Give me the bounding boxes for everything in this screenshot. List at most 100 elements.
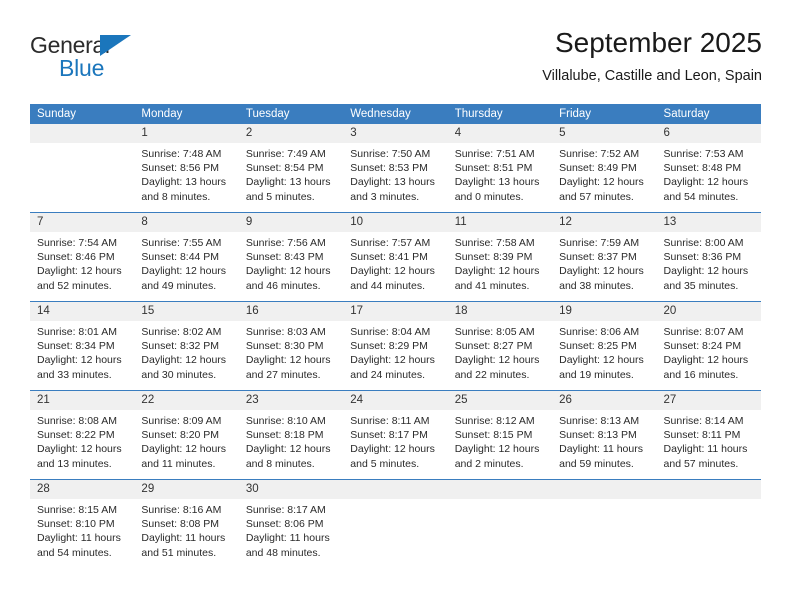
sunset-time: Sunset: 8:56 PM: [141, 162, 220, 175]
calendar-day-cell[interactable]: 18 Sunrise: 8:05 AM Sunset: 8:27 PM Dayligh…: [447, 301, 553, 391]
day-details: [657, 499, 761, 503]
daylight-duration-line: Daylight: 12 hours: [37, 443, 122, 456]
daylight-duration-line: and 57 minutes.: [559, 190, 634, 203]
sunrise-time: Sunrise: 8:06 AM: [559, 326, 640, 338]
calendar-day-cell[interactable]: 12 Sunrise: 7:59 AM Sunset: 8:37 PM Dayligh…: [552, 212, 657, 302]
daylight-duration-line: Daylight: 12 hours: [454, 443, 540, 456]
calendar-day-cell[interactable]: 5 Sunrise: 7:52 AM Sunset: 8:49 PM Daylight…: [552, 124, 657, 213]
daylight-duration-line: Daylight: 12 hours: [559, 354, 644, 367]
day-number: [552, 480, 657, 499]
calendar-week-row: 14 Sunrise: 8:01 AM Sunset: 8:34 PM Dayligh…: [30, 301, 761, 391]
day-number: [30, 124, 135, 143]
calendar-day-cell[interactable]: 30 Sunrise: 8:17 AM Sunset: 8:06 PM Dayligh…: [238, 479, 344, 568]
day-details: Sunrise: 7:54 AM Sunset: 8:46 PM Daylight:…: [30, 232, 134, 293]
calendar-day-cell[interactable]: 26 Sunrise: 8:13 AM Sunset: 8:13 PM Dayligh…: [552, 390, 657, 480]
calendar-day-cell[interactable]: 11 Sunrise: 7:58 AM Sunset: 8:39 PM Dayligh…: [447, 212, 553, 302]
calendar-day-cell[interactable]: 27 Sunrise: 8:14 AM Sunset: 8:11 PM Dayligh…: [656, 390, 761, 480]
daylight-duration-line: Daylight: 12 hours: [141, 265, 227, 278]
daylight-duration-line: Daylight: 11 hours: [141, 532, 226, 545]
weekday-header-monday: Monday: [134, 104, 239, 124]
page-subtitle: Villalube, Castille and Leon, Spain: [542, 68, 762, 84]
daylight-duration-line: and 27 minutes.: [245, 368, 321, 381]
day-details: Sunrise: 7:48 AM Sunset: 8:56 PM Daylight:…: [134, 143, 238, 204]
daylight-duration-line: Daylight: 12 hours: [350, 265, 435, 278]
day-number: 22: [134, 391, 239, 410]
day-number: 13: [656, 213, 761, 232]
day-number: [343, 480, 448, 499]
day-details: [30, 143, 134, 147]
calendar-day-cell[interactable]: 16 Sunrise: 8:03 AM Sunset: 8:30 PM Dayligh…: [238, 301, 344, 391]
sunrise-time: Sunrise: 7:51 AM: [454, 148, 535, 160]
calendar-day-cell[interactable]: 2 Sunrise: 7:49 AM Sunset: 8:54 PM Daylight…: [238, 124, 344, 213]
sunset-time: Sunset: 8:39 PM: [454, 251, 533, 264]
calendar-day-cell[interactable]: 4 Sunrise: 7:51 AM Sunset: 8:51 PM Daylight…: [447, 124, 553, 213]
calendar-day-cell[interactable]: 21 Sunrise: 8:08 AM Sunset: 8:22 PM Dayligh…: [30, 390, 135, 480]
calendar-day-cell[interactable]: 23 Sunrise: 8:10 AM Sunset: 8:18 PM Dayligh…: [238, 390, 344, 480]
daylight-duration-line: and 49 minutes.: [141, 279, 217, 292]
calendar-day-cell[interactable]: 20 Sunrise: 8:07 AM Sunset: 8:24 PM Dayligh…: [656, 301, 761, 391]
day-number: 6: [656, 124, 761, 143]
calendar-day-cell-empty: [343, 479, 448, 568]
day-number: 18: [447, 302, 553, 321]
sunset-time: Sunset: 8:34 PM: [37, 340, 115, 353]
daylight-duration-line: and 16 minutes.: [663, 368, 739, 381]
sunrise-time: Sunrise: 7:57 AM: [350, 237, 431, 249]
day-details: Sunrise: 8:00 AM Sunset: 8:36 PM Daylight:…: [657, 232, 761, 293]
day-details: Sunrise: 8:14 AM Sunset: 8:11 PM Daylight:…: [657, 410, 761, 471]
weekday-header-thursday: Thursday: [447, 104, 553, 124]
sunset-time: Sunset: 8:43 PM: [245, 251, 324, 264]
sunrise-time: Sunrise: 7:54 AM: [37, 237, 117, 249]
generalblue-logo[interactable]: General Blue: [30, 32, 160, 88]
daylight-duration-line: and 51 minutes.: [141, 546, 217, 559]
day-number: 20: [656, 302, 761, 321]
daylight-duration-line: Daylight: 13 hours: [245, 176, 331, 189]
sunset-time: Sunset: 8:37 PM: [559, 251, 637, 264]
day-number: 2: [238, 124, 344, 143]
calendar-day-cell[interactable]: 24 Sunrise: 8:11 AM Sunset: 8:17 PM Dayligh…: [343, 390, 448, 480]
sunset-time: Sunset: 8:49 PM: [559, 162, 637, 175]
daylight-duration-line: and 22 minutes.: [454, 368, 530, 381]
sunset-time: Sunset: 8:22 PM: [37, 429, 115, 442]
day-details: Sunrise: 8:10 AM Sunset: 8:18 PM Daylight:…: [239, 410, 343, 471]
day-number: 14: [30, 302, 135, 321]
day-details: Sunrise: 8:17 AM Sunset: 8:06 PM Daylight:…: [239, 499, 343, 560]
calendar-day-cell[interactable]: 9 Sunrise: 7:56 AM Sunset: 8:43 PM Daylight…: [238, 212, 344, 302]
daylight-duration-line: and 19 minutes.: [559, 368, 634, 381]
calendar-day-cell[interactable]: 28 Sunrise: 8:15 AM Sunset: 8:10 PM Dayligh…: [30, 479, 135, 568]
sunrise-time: Sunrise: 7:59 AM: [559, 237, 640, 249]
calendar-day-cell[interactable]: 14 Sunrise: 8:01 AM Sunset: 8:34 PM Dayligh…: [30, 301, 135, 391]
calendar-day-cell[interactable]: 17 Sunrise: 8:04 AM Sunset: 8:29 PM Dayligh…: [343, 301, 448, 391]
day-number: 11: [447, 213, 553, 232]
logo-triangle-icon: [100, 35, 131, 56]
sunrise-time: Sunrise: 8:03 AM: [245, 326, 326, 338]
sunrise-time: Sunrise: 8:02 AM: [141, 326, 222, 338]
calendar-day-cell[interactable]: 6 Sunrise: 7:53 AM Sunset: 8:48 PM Daylight…: [656, 124, 761, 213]
sunset-time: Sunset: 8:18 PM: [245, 429, 324, 442]
day-details: Sunrise: 7:53 AM Sunset: 8:48 PM Daylight:…: [657, 143, 761, 204]
calendar-day-cell[interactable]: 8 Sunrise: 7:55 AM Sunset: 8:44 PM Daylight…: [134, 212, 239, 302]
calendar-day-cell[interactable]: 22 Sunrise: 8:09 AM Sunset: 8:20 PM Dayligh…: [134, 390, 239, 480]
day-number: [656, 480, 761, 499]
calendar-day-cell[interactable]: 15 Sunrise: 8:02 AM Sunset: 8:32 PM Dayligh…: [134, 301, 239, 391]
calendar-day-cell[interactable]: 29 Sunrise: 8:16 AM Sunset: 8:08 PM Dayligh…: [134, 479, 239, 568]
sunrise-time: Sunrise: 8:04 AM: [350, 326, 431, 338]
calendar-day-cell[interactable]: 7 Sunrise: 7:54 AM Sunset: 8:46 PM Daylight…: [30, 212, 135, 302]
calendar-day-cell[interactable]: 1 Sunrise: 7:48 AM Sunset: 8:56 PM Daylight…: [134, 124, 239, 213]
daylight-duration-line: and 2 minutes.: [454, 457, 524, 470]
daylight-duration-line: and 41 minutes.: [454, 279, 530, 292]
day-number: 16: [238, 302, 344, 321]
day-details: Sunrise: 8:11 AM Sunset: 8:17 PM Daylight:…: [343, 410, 447, 471]
calendar-day-cell[interactable]: 10 Sunrise: 7:57 AM Sunset: 8:41 PM Dayligh…: [343, 212, 448, 302]
day-number: 24: [343, 391, 448, 410]
daylight-duration-line: Daylight: 13 hours: [141, 176, 227, 189]
daylight-duration-line: and 52 minutes.: [37, 279, 112, 292]
day-details: [552, 499, 656, 503]
calendar-day-cell[interactable]: 25 Sunrise: 8:12 AM Sunset: 8:15 PM Dayligh…: [447, 390, 553, 480]
day-details: Sunrise: 7:55 AM Sunset: 8:44 PM Daylight:…: [134, 232, 238, 293]
day-details: Sunrise: 7:57 AM Sunset: 8:41 PM Daylight:…: [343, 232, 447, 293]
calendar-day-cell[interactable]: 19 Sunrise: 8:06 AM Sunset: 8:25 PM Dayligh…: [552, 301, 657, 391]
calendar-day-cell[interactable]: 13 Sunrise: 8:00 AM Sunset: 8:36 PM Dayligh…: [656, 212, 761, 302]
calendar-day-cell[interactable]: 3 Sunrise: 7:50 AM Sunset: 8:53 PM Daylight…: [343, 124, 448, 213]
daylight-duration-line: and 35 minutes.: [663, 279, 739, 292]
day-number: 25: [447, 391, 553, 410]
